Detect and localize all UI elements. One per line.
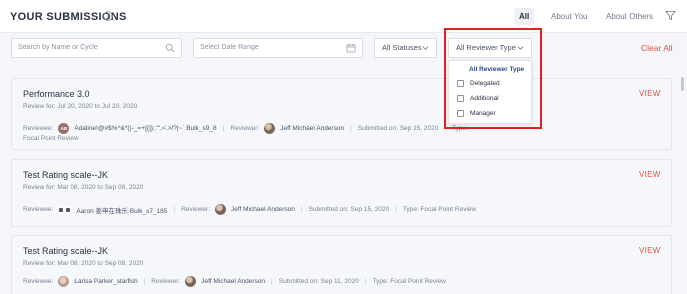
separator: |	[271, 278, 273, 285]
avatar	[264, 123, 276, 134]
card-meta: Reviewee: AB Adaline!@#$%^&*()-_=+[{]};:…	[23, 123, 468, 134]
tab-all[interactable]: All	[514, 8, 535, 25]
reviewee-label: Reviewee:	[23, 206, 54, 213]
date-placeholder: Select Date Range	[200, 44, 259, 51]
separator: |	[143, 278, 146, 285]
review-period: Review for: Mar 08, 2020 to Sep 08, 2020	[23, 184, 144, 191]
info-icon[interactable]	[103, 11, 113, 21]
reviewer-name: Jeff Michael Anderson	[280, 125, 345, 132]
tab-about-you[interactable]: About You	[546, 8, 592, 25]
search-input[interactable]: Search by Name or Cycle	[11, 38, 182, 58]
review-period: Review for: Mar 08, 2020 to Sep 08, 2020	[23, 260, 144, 267]
avatar	[185, 276, 197, 287]
submitted-date: Submitted on: Sep 15, 2020	[357, 125, 439, 132]
separator: |	[350, 125, 352, 132]
avatar: AB	[58, 123, 70, 134]
view-button[interactable]: VIEW	[639, 170, 661, 179]
separator: |	[395, 206, 397, 213]
submitted-date: Submitted on: Sep 11, 2020	[278, 278, 359, 285]
search-icon	[165, 43, 175, 53]
card-title: Performance 3.0	[23, 89, 90, 99]
card-title: Test Rating scale--JK	[23, 170, 109, 180]
avatar	[58, 206, 72, 213]
card-title: Test Rating scale--JK	[23, 246, 109, 256]
reviewee-name: Adaline!@#$%^&*()-_=+[{]};:'",<.>/?|~` B…	[74, 125, 217, 132]
reviewee-name: Aaron 姜申在珠乐 Bulk_s7_185	[76, 207, 168, 215]
reviewer-label: Reviewer:	[151, 278, 181, 285]
review-type: Type: Focal Point Review	[372, 278, 446, 285]
review-period: Review for: Jul 20, 2020 to Jul 20, 2020	[23, 103, 138, 110]
separator: |	[364, 278, 367, 285]
date-range-input[interactable]: Select Date Range	[193, 38, 363, 58]
reviewee-name: Larisa Parker_starfish	[74, 278, 138, 285]
top-bar: YOUR SUBMISSIONS All About You About Oth…	[0, 0, 687, 32]
avatar	[58, 276, 70, 287]
separator: |	[300, 206, 303, 213]
status-select[interactable]: All Statuses	[374, 38, 437, 58]
card-meta: Reviewee: Larisa Parker_starfish | Revie…	[23, 276, 446, 287]
review-type: Focal Point Review	[23, 135, 79, 142]
submission-card: Test Rating scale--JK Review for: Mar 08…	[11, 159, 672, 227]
clear-all-button[interactable]: Clear All	[641, 43, 673, 53]
submitted-date: Submitted on: Sep 15, 2020	[308, 206, 390, 213]
calendar-icon	[346, 44, 356, 53]
status-select-value: All Statuses	[382, 43, 422, 52]
reviewer-label: Reviewer:	[181, 206, 211, 213]
separator: |	[173, 206, 176, 213]
reviewer-label: Reviewer:	[230, 125, 260, 132]
card-type: Focal Point Review	[23, 135, 79, 142]
reviewer-name: Jeff Michael Anderson	[201, 278, 266, 285]
tab-about-others[interactable]: About Others	[601, 8, 658, 25]
highlight-annotation	[444, 28, 542, 129]
view-button[interactable]: VIEW	[639, 246, 661, 255]
scrollbar[interactable]	[681, 77, 684, 91]
search-placeholder: Search by Name or Cycle	[18, 44, 98, 51]
review-type: Type: Focal Point Review	[402, 206, 477, 213]
reviewee-label: Reviewee:	[23, 278, 54, 285]
view-button[interactable]: VIEW	[639, 89, 661, 98]
submission-card: Performance 3.0 Review for: Jul 20, 2020…	[11, 78, 672, 150]
chevron-down-icon	[422, 46, 429, 50]
avatar	[215, 204, 227, 215]
reviewer-name: Jeff Michael Anderson	[231, 206, 295, 213]
reviewee-label: Reviewee:	[23, 125, 54, 132]
separator: |	[222, 125, 225, 132]
card-meta: Reviewee: Aaron 姜申在珠乐 Bulk_s7_185 | Revi…	[23, 204, 476, 215]
filter-icon[interactable]	[665, 10, 676, 21]
submission-card: Test Rating scale--JK Review for: Mar 08…	[11, 235, 672, 294]
